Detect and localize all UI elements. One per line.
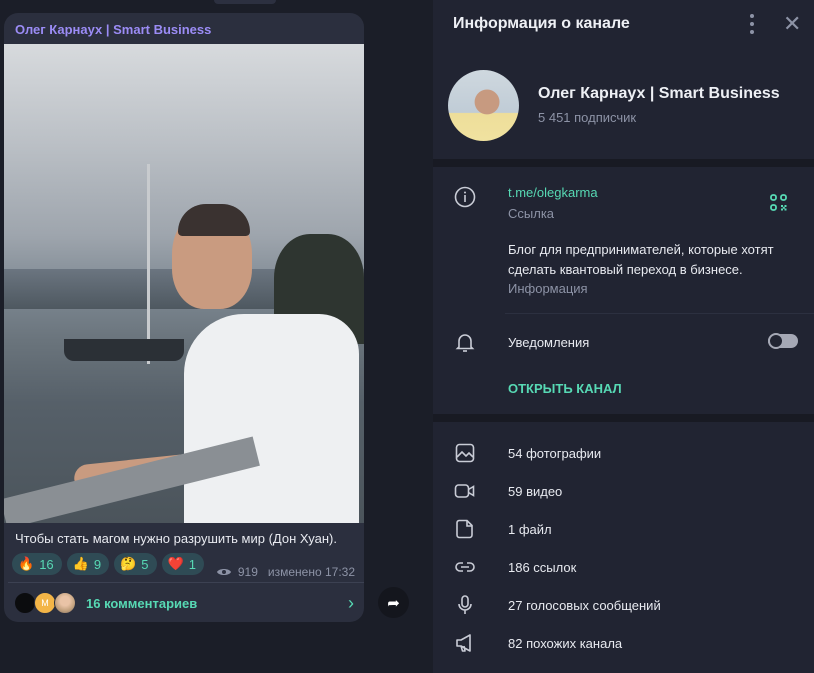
open-channel-button[interactable]: ОТКРЫТЬ КАНАЛ [508,381,622,396]
reaction-thumbs-up[interactable]: 👍 9 [66,553,110,575]
commenter-avatar [54,592,76,614]
link-label: Ссылка [508,206,555,221]
share-button[interactable]: ➦ [378,587,409,618]
reaction-count: 5 [141,556,149,572]
fire-icon: 🔥 [18,556,35,571]
reaction-count: 1 [188,556,196,572]
qr-code-icon[interactable] [770,194,788,212]
reaction-thinking[interactable]: 🤔 5 [114,553,157,575]
comments-count: 16 комментариев [86,596,198,611]
section-separator [433,414,814,422]
divider [8,582,364,583]
message-bubble: Олег Карнаух | Smart Business Чтобы стат… [4,13,364,622]
message-photo[interactable] [4,44,364,523]
channel-avatar[interactable] [448,70,519,141]
reaction-fire[interactable]: 🔥 16 [12,553,62,575]
channel-name: Олег Карнаух | Smart Business [538,85,780,102]
section-separator [433,159,814,167]
comments-button[interactable]: М 16 комментариев › [4,588,364,622]
megaphone-icon [456,634,471,652]
top-pill [214,0,276,4]
media-label: 27 голосовых сообщений [508,598,661,613]
media-label: 82 похожих канала [508,636,623,651]
commenter-avatar: М [34,592,56,614]
file-icon [456,519,473,539]
panel-title: Информация о канале [453,15,630,32]
chat-area: Олег Карнаух | Smart Business Чтобы стат… [0,0,433,673]
reaction-count: 9 [93,556,102,572]
media-label: 186 ссылок [508,560,577,575]
info-icon [454,186,476,208]
channel-info-panel: Информация о канале ✕ Олег Карнаух | Sma… [433,0,814,673]
thumbs-up-icon: 👍 [72,556,89,571]
photo-icon [455,443,475,463]
video-icon [454,484,475,498]
commenter-avatar [14,592,36,614]
media-label: 59 видео [508,484,563,499]
description-label: Информация [508,281,588,296]
media-label: 54 фотографии [508,446,602,461]
close-icon[interactable]: ✕ [783,11,801,37]
reaction-heart[interactable]: ❤️ 1 [161,553,204,575]
divider [505,313,814,314]
chevron-right-icon: › [348,593,354,613]
message-caption: Чтобы стать магом нужно разрушить мир (Д… [15,531,337,546]
reactions: 🔥 16 👍 9 🤔 5 ❤️ 1 [12,553,204,575]
channel-description: Блог для предпринимателей, которые хотят… [508,242,774,277]
thinking-icon: 🤔 [120,556,137,571]
heart-icon: ❤️ [167,556,184,571]
more-menu-icon[interactable] [749,14,755,34]
reaction-count: 16 [39,556,54,572]
subscriber-count: 5 451 подписчик [538,110,637,125]
edited-time: изменено 17:32 [267,565,355,579]
microphone-icon [458,595,472,614]
bell-icon [455,334,475,352]
share-icon: ➦ [387,594,400,612]
channel-link[interactable]: t.me/olegkarma [508,185,598,200]
message-author[interactable]: Олег Карнаух | Smart Business [15,22,211,37]
message-meta: 919 изменено 17:32 [216,565,355,579]
link-icon [455,562,475,572]
notifications-toggle[interactable] [768,333,798,349]
eye-icon [216,569,231,575]
view-count: 919 [237,565,258,579]
media-label: 1 файл [508,522,552,537]
notifications-label: Уведомления [508,335,590,350]
